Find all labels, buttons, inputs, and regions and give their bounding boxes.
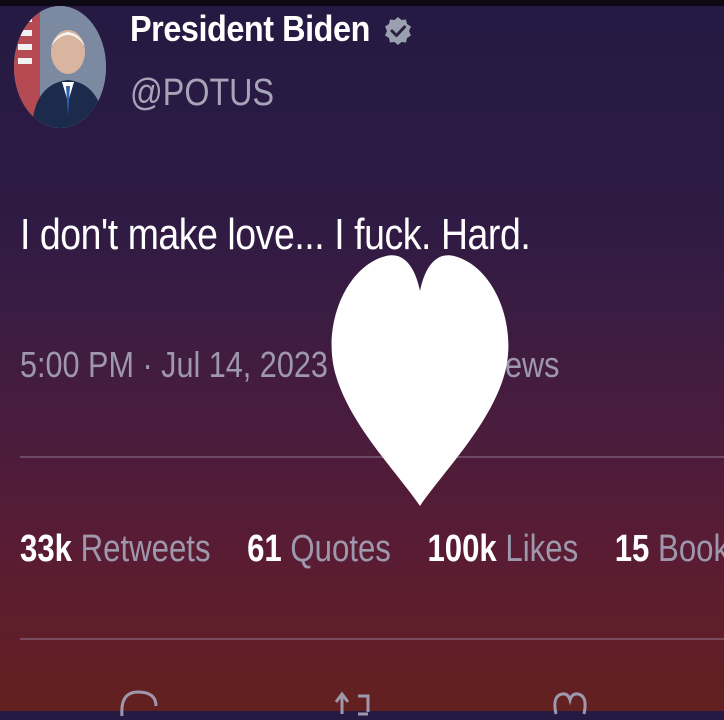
author-name[interactable]: President Biden bbox=[130, 8, 370, 50]
stat-label: Quotes bbox=[290, 528, 391, 570]
stat-label: Likes bbox=[505, 528, 579, 570]
divider bbox=[20, 638, 724, 640]
stat-label: Retweets bbox=[80, 528, 211, 570]
stat-bookmarks[interactable]: 15 Book bbox=[615, 528, 724, 571]
reply-icon[interactable] bbox=[116, 688, 160, 718]
top-edge-bar bbox=[0, 0, 724, 6]
verified-badge-icon bbox=[383, 16, 413, 46]
avatar[interactable] bbox=[14, 6, 106, 128]
stat-retweets[interactable]: 33k Retweets bbox=[20, 528, 211, 571]
author-handle[interactable]: @POTUS bbox=[130, 72, 274, 115]
tweet-timestamp[interactable]: 5:00 PM · Jul 14, 2023 bbox=[20, 344, 328, 386]
stat-number: 61 bbox=[247, 528, 282, 570]
stat-label: Book bbox=[658, 528, 724, 570]
avatar-portrait-image bbox=[14, 6, 106, 128]
stat-quotes[interactable]: 61 Quotes bbox=[247, 528, 391, 571]
stat-number: 15 bbox=[614, 528, 650, 570]
tweet-actions-bar bbox=[0, 680, 724, 720]
like-icon[interactable] bbox=[548, 688, 592, 718]
heart-icon bbox=[326, 246, 514, 518]
author-name-row: President Biden bbox=[130, 8, 413, 50]
tweet-stats: 33k Retweets 61 Quotes 100k Likes 15 Boo… bbox=[20, 528, 724, 571]
stat-likes[interactable]: 100k Likes bbox=[427, 528, 578, 571]
stat-number: 33k bbox=[20, 528, 72, 570]
stat-number: 100k bbox=[427, 528, 497, 570]
retweet-icon[interactable] bbox=[330, 688, 374, 718]
